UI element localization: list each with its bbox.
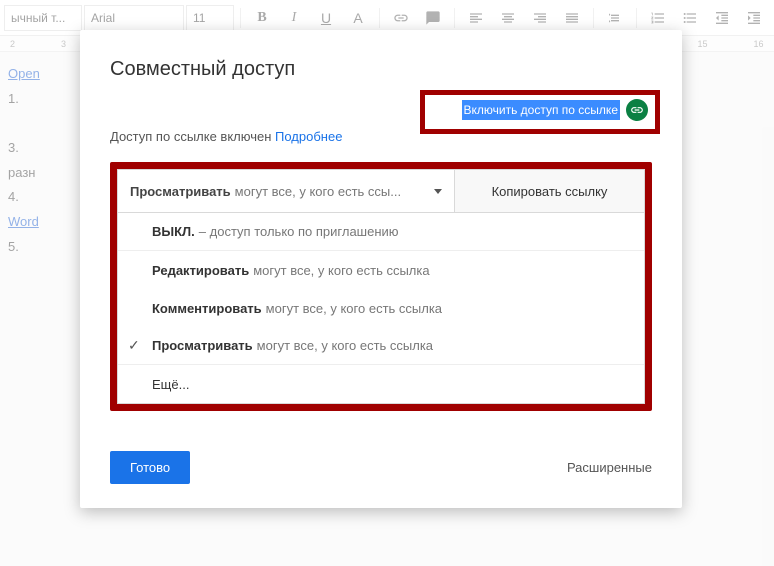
learn-more-link[interactable]: Подробнее: [275, 129, 342, 144]
modal-title: Совместный доступ: [110, 58, 652, 81]
advanced-link[interactable]: Расширенные: [567, 460, 652, 475]
share-modal: Совместный доступ Включить доступ по ссы…: [80, 30, 682, 508]
access-option-view[interactable]: ✓ Просматривать могут все, у кого есть с…: [118, 327, 644, 365]
access-option-comment[interactable]: Комментировать могут все, у кого есть сс…: [118, 289, 644, 327]
access-dropdown[interactable]: Просматривать могут все, у кого есть ссы…: [117, 169, 455, 213]
check-icon: ✓: [128, 337, 140, 354]
access-menu: ВЫКЛ. – доступ только по приглашению Ред…: [117, 213, 645, 404]
link-status: Доступ по ссылке включен Подробнее: [110, 129, 652, 144]
copy-link-button[interactable]: Копировать ссылку: [455, 169, 645, 213]
access-option-more[interactable]: Ещё...: [118, 365, 644, 403]
link-sharing-toggle[interactable]: Включить доступ по ссылке: [462, 99, 649, 121]
chevron-down-icon: [434, 189, 442, 194]
done-button[interactable]: Готово: [110, 451, 190, 484]
link-icon: [626, 99, 648, 121]
link-toggle-label: Включить доступ по ссылке: [462, 100, 621, 120]
highlight-box-mid: Просматривать могут все, у кого есть ссы…: [110, 162, 652, 411]
access-option-off[interactable]: ВЫКЛ. – доступ только по приглашению: [118, 213, 644, 251]
access-option-edit[interactable]: Редактировать могут все, у кого есть ссы…: [118, 251, 644, 289]
